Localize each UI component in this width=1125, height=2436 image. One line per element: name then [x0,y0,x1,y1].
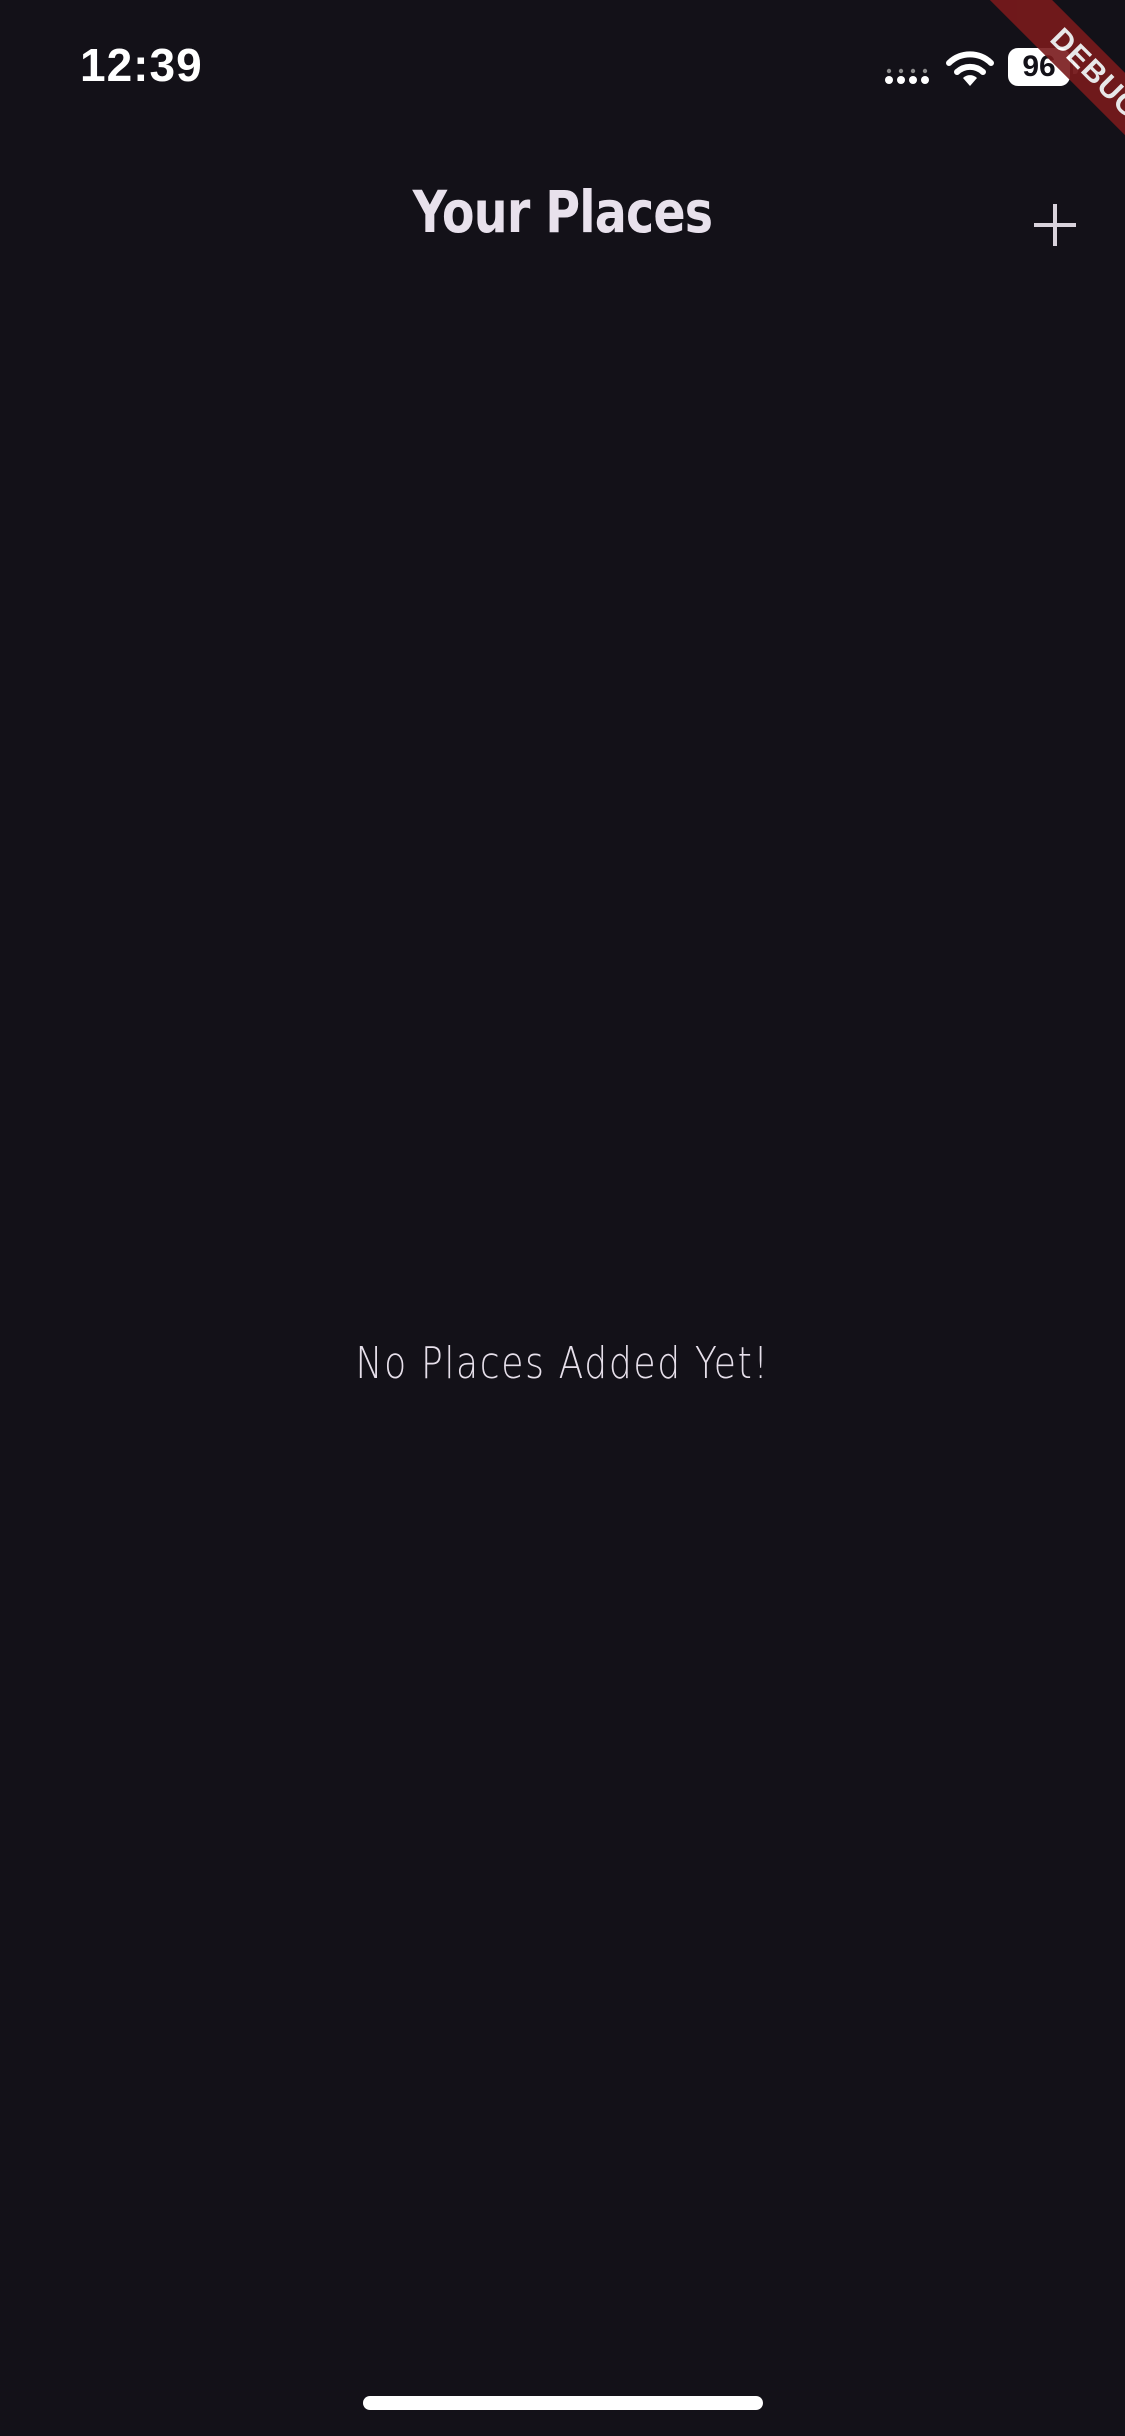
battery-level: 96 [1022,50,1056,83]
status-time: 12:39 [80,39,203,91]
signal-icon [885,68,929,84]
home-indicator[interactable] [363,2396,763,2410]
wifi-icon [946,51,994,86]
status-bar: 12:39 96 [0,0,1125,140]
battery-icon: 96 [1008,48,1078,88]
app-bar: Your Places [0,140,1125,290]
add-place-button[interactable] [1020,190,1090,260]
page-title: Your Places [412,178,713,246]
plus-icon [1034,204,1076,246]
empty-state-message: No Places Added Yet! [355,1338,770,1389]
